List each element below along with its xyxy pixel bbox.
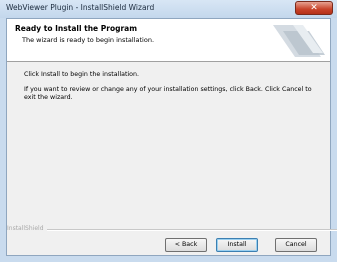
- back-button[interactable]: < Back: [165, 238, 207, 252]
- instruction-text: Click Install to begin the installation.: [24, 71, 140, 78]
- window-title: WebViewer Plugin - InstallShield Wizard: [6, 3, 155, 12]
- close-icon: ✕: [310, 3, 318, 13]
- page-title: Ready to Install the Program: [15, 24, 138, 33]
- install-button[interactable]: Install: [216, 238, 258, 252]
- wizard-header: Ready to Install the Program The wizard …: [7, 19, 330, 62]
- installshield-brand: InstallShield: [7, 225, 47, 232]
- installshield-graphic-icon: [273, 25, 325, 57]
- wizard-client-area: Ready to Install the Program The wizard …: [6, 18, 337, 256]
- installer-window: WebViewer Plugin - InstallShield Wizard …: [0, 0, 337, 262]
- title-bar[interactable]: WebViewer Plugin - InstallShield Wizard …: [0, 0, 337, 18]
- page-subtitle: The wizard is ready to begin installatio…: [22, 36, 155, 44]
- divider-line: [27, 229, 337, 231]
- brand-divider: InstallShield: [7, 225, 337, 233]
- cancel-button[interactable]: Cancel: [275, 238, 317, 252]
- review-text: If you want to review or change any of y…: [24, 86, 312, 101]
- close-button[interactable]: ✕: [295, 1, 333, 15]
